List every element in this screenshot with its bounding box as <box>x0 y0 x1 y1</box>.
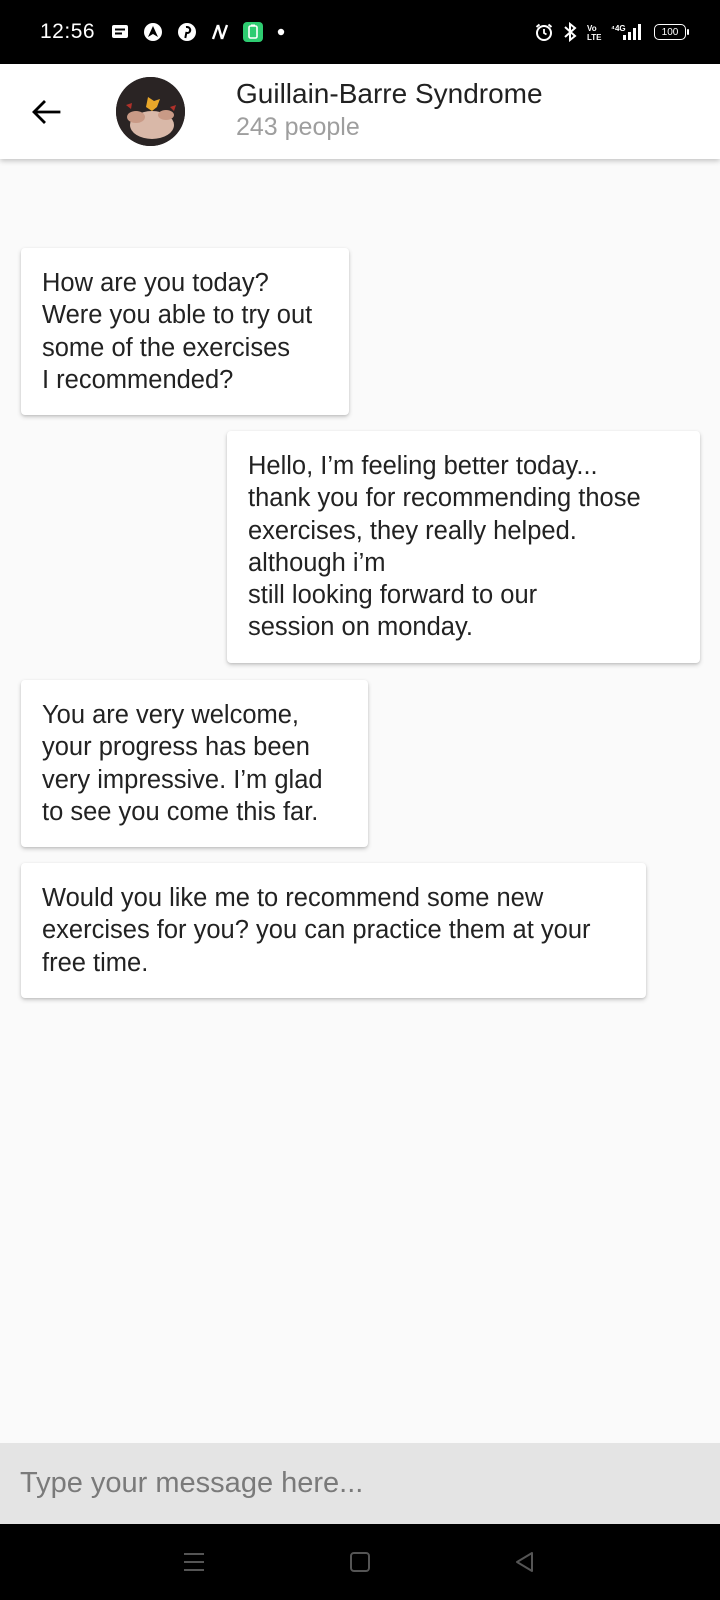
home-nav-button[interactable] <box>338 1542 382 1582</box>
battery-level: 100 <box>661 26 679 38</box>
message-bubble-incoming: Would you like me to recommend some new … <box>21 863 646 998</box>
group-avatar[interactable] <box>116 77 185 146</box>
status-bar: 12:56 Vo LTE ⁴4G 100 <box>0 0 720 64</box>
chat-header: Guillain-Barre Syndrome 243 people <box>0 64 720 159</box>
system-nav-bar <box>0 1524 720 1600</box>
svg-text:⁴4G: ⁴4G <box>611 24 626 33</box>
message-input[interactable] <box>0 1443 720 1524</box>
nav-app-icon <box>143 22 163 42</box>
status-time: 12:56 <box>40 20 96 43</box>
svg-text:Vo: Vo <box>587 24 597 33</box>
back-button[interactable] <box>22 88 70 136</box>
dot-icon <box>277 28 285 36</box>
battery-saver-icon <box>243 22 264 42</box>
menu-icon <box>184 1553 204 1571</box>
svg-text:LTE: LTE <box>587 33 602 42</box>
arrow-left-icon <box>32 100 61 124</box>
bluetooth-icon <box>563 22 577 42</box>
message-list[interactable]: How are you today? Were you able to try … <box>0 159 720 1443</box>
battery-icon: 100 <box>654 24 689 40</box>
message-bubble-incoming: How are you today? Were you able to try … <box>21 248 349 416</box>
message-composer <box>0 1443 720 1524</box>
n-app-icon <box>211 23 229 41</box>
message-bubble-outgoing: Hello, I’m feeling better today... thank… <box>227 431 700 663</box>
status-right: Vo LTE ⁴4G 100 <box>534 22 689 42</box>
message-bubble-incoming: You are very welcome, your progress has … <box>21 680 368 848</box>
member-count: 243 people <box>236 113 360 141</box>
back-nav-button[interactable] <box>502 1542 546 1582</box>
signal-4g-icon: ⁴4G <box>611 22 645 42</box>
alarm-icon <box>534 22 554 42</box>
volte-icon: Vo LTE <box>586 22 602 42</box>
back-triangle-icon <box>516 1552 533 1572</box>
pinterest-icon <box>177 22 197 42</box>
group-title: Guillain-Barre Syndrome <box>236 78 543 109</box>
home-square-icon <box>350 1552 370 1572</box>
message-icon <box>111 24 129 40</box>
menu-nav-button[interactable] <box>172 1542 216 1582</box>
status-left: 12:56 <box>40 20 285 44</box>
